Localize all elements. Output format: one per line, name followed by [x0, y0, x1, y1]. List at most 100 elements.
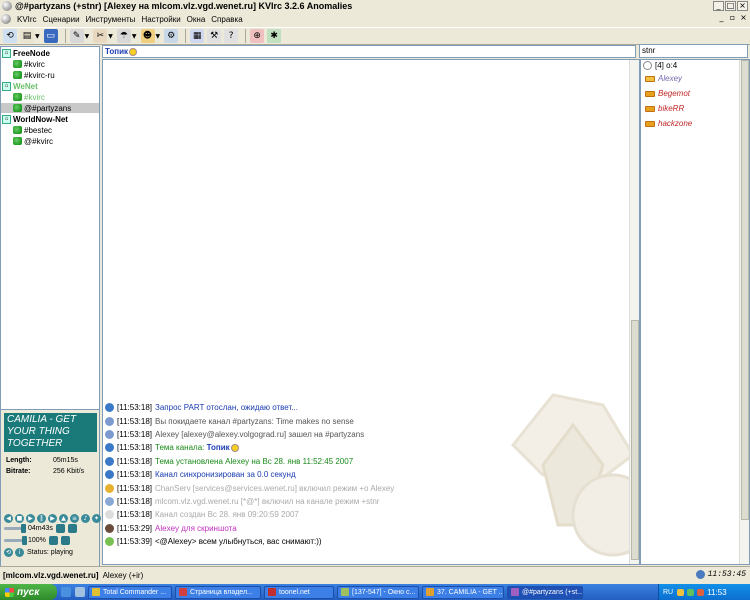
- bug-icon[interactable]: ✱: [267, 29, 282, 43]
- user-list-scrollbar-thumb[interactable]: [741, 60, 749, 520]
- tray-icon-3[interactable]: [697, 588, 705, 596]
- user-entry[interactable]: hackzone: [641, 116, 749, 131]
- mdi-close-icon[interactable]: ×: [739, 14, 748, 23]
- user-list-scrollbar[interactable]: [739, 60, 749, 564]
- chat-scrollbar-thumb[interactable]: [631, 320, 639, 560]
- taskbar-task-button[interactable]: toonel.net: [264, 585, 334, 599]
- taskbar-task-button[interactable]: Total Commander ...: [88, 585, 172, 599]
- menu-tools[interactable]: Инструменты: [83, 15, 139, 24]
- menu-windows[interactable]: Окна: [184, 15, 209, 24]
- menu-scripts[interactable]: Сценарии: [40, 15, 83, 24]
- mdi-minimize-icon[interactable]: _: [717, 14, 726, 23]
- taskbar-task-button[interactable]: Страница владел...: [175, 585, 261, 599]
- chat-output[interactable]: [11:53:18] Запрос PART отослан, ожидаю от…: [102, 59, 640, 565]
- message-type-icon: [105, 470, 114, 480]
- tree-channel[interactable]: #bestec: [1, 125, 99, 135]
- mdi-restore-icon[interactable]: ▫: [728, 14, 737, 23]
- user-list-mode-field[interactable]: stnr: [639, 44, 748, 58]
- tree-network-worldnow[interactable]: ⌂ WorldNow-Net: [1, 114, 99, 124]
- message-type-icon: [105, 496, 114, 506]
- minimize-button[interactable]: _: [713, 1, 724, 11]
- equalizer-button[interactable]: ♪: [81, 514, 90, 523]
- message-text: Вы покидаете канал #partyzans: Time make…: [155, 416, 354, 426]
- tree-channel[interactable]: #kvirc-ru: [1, 70, 99, 80]
- menu-kvirc[interactable]: KVIrc: [14, 15, 40, 24]
- tray-icon-2[interactable]: [687, 588, 695, 596]
- quicklaunch-desktop-icon[interactable]: [75, 587, 85, 597]
- start-button[interactable]: пуск: [0, 584, 57, 600]
- quicklaunch-ie-icon[interactable]: [61, 587, 71, 597]
- message-timestamp: [11:53:18]: [117, 416, 152, 426]
- task-app-icon: [341, 588, 349, 596]
- stop-button[interactable]: ■: [15, 514, 24, 523]
- lifebuoy-icon[interactable]: ⊕: [250, 29, 265, 43]
- tree-channel[interactable]: #kvirc: [1, 92, 99, 102]
- eject-button[interactable]: ▲: [59, 514, 68, 523]
- user-mode-icon[interactable]: ☻: [140, 29, 155, 43]
- user-nick: hackzone: [658, 119, 693, 128]
- prev-track-button[interactable]: ◀: [4, 514, 13, 523]
- close-button[interactable]: ×: [737, 1, 748, 11]
- shuffle-icon[interactable]: [55, 524, 65, 533]
- playlist-button[interactable]: ≡: [70, 514, 79, 523]
- taskbar-task-button[interactable]: [137-547] - Окно с...: [337, 585, 419, 599]
- tree-network-freenode[interactable]: ⌂ FreeNode: [1, 48, 99, 58]
- tray-icon-1[interactable]: [677, 588, 685, 596]
- user-entry[interactable]: Alexey: [641, 71, 749, 86]
- info-icon[interactable]: i: [15, 548, 24, 557]
- taskbar-task-button[interactable]: @#partyzans (+st...: [507, 585, 583, 599]
- options-icon[interactable]: ⚙: [164, 29, 179, 43]
- position-slider[interactable]: [4, 524, 26, 533]
- message-timestamp: [11:53:18]: [117, 456, 152, 466]
- tree-channel-selected[interactable]: @#partyzans: [1, 103, 99, 113]
- user-entry[interactable]: Begemot: [641, 86, 749, 101]
- tools-dropdown-icon[interactable]: ▼: [108, 33, 113, 40]
- tray-clock: 11:53: [707, 587, 727, 597]
- join-channel-icon[interactable]: ✎: [69, 29, 84, 43]
- position-slider-thumb[interactable]: [21, 524, 26, 533]
- mixer-icon[interactable]: [60, 536, 70, 545]
- clock-value: 11:53:45: [707, 570, 746, 579]
- servers-dropdown-icon[interactable]: ▼: [35, 33, 40, 40]
- channel-topic-bar[interactable]: Топик: [102, 45, 636, 58]
- connect-icon[interactable]: ⟲: [3, 29, 17, 43]
- menu-help[interactable]: Справка: [208, 15, 245, 24]
- chat-scrollbar[interactable]: [629, 60, 639, 564]
- repeat-icon[interactable]: [67, 524, 77, 533]
- chat-message: [11:53:18] Запрос PART отослан, ожидаю от…: [105, 401, 630, 414]
- next-track-button[interactable]: ▶: [48, 514, 57, 523]
- menu-settings[interactable]: Настройки: [138, 15, 183, 24]
- toolbar: ⟲ ▤ ▼ ▭ ✎ ▼ ✂ ▼ ☂ ▼ ☻ ▼ ⚙ ▦ ⚒ ? ⊕ ✱: [0, 27, 750, 45]
- search-icon[interactable]: [643, 61, 652, 70]
- user-entry[interactable]: bikeRR: [641, 101, 749, 116]
- new-window-icon[interactable]: ▭: [43, 29, 58, 43]
- tools-icon[interactable]: ✂: [93, 29, 108, 43]
- user-mode-dropdown-icon[interactable]: ▼: [156, 33, 161, 40]
- taskbar-task-button[interactable]: 37. CAMILIA - GET ...: [422, 585, 504, 599]
- volume-slider-thumb[interactable]: [22, 536, 27, 545]
- message-type-icon: [105, 429, 114, 439]
- chat-message: [11:53:18] mlcom.vlz.vgd.wenet.ru [*@*] в…: [105, 495, 630, 508]
- tree-channel[interactable]: @#kvirc: [1, 136, 99, 146]
- pause-button[interactable]: ‖: [37, 514, 46, 523]
- servers-icon[interactable]: ▤: [20, 29, 34, 43]
- join-dropdown-icon[interactable]: ▼: [85, 33, 90, 40]
- tree-channel[interactable]: #kvirc: [1, 59, 99, 69]
- channel-icon: [13, 137, 22, 145]
- away-dropdown-icon[interactable]: ▼: [132, 33, 137, 40]
- settings-button[interactable]: ✦: [92, 514, 101, 523]
- wrench-icon[interactable]: ⚒: [207, 29, 222, 43]
- volume-slider[interactable]: [4, 536, 27, 545]
- status-clock: 11:53:45: [695, 570, 746, 579]
- play-button[interactable]: ▶: [26, 514, 35, 523]
- help-icon[interactable]: ?: [224, 29, 239, 43]
- list-icon[interactable]: ▦: [190, 29, 205, 43]
- mute-icon[interactable]: [48, 536, 58, 545]
- refresh-icon[interactable]: ⟲: [4, 548, 13, 557]
- maximize-button[interactable]: □: [725, 1, 736, 11]
- tree-network-wenet[interactable]: ⌂ WeNet: [1, 81, 99, 91]
- chat-message: [11:53:18] Канал синхронизирован за 0.0 с…: [105, 468, 630, 481]
- kvirc-menu-icon[interactable]: [1, 14, 11, 24]
- language-indicator[interactable]: RU: [663, 589, 673, 596]
- away-icon[interactable]: ☂: [116, 29, 131, 43]
